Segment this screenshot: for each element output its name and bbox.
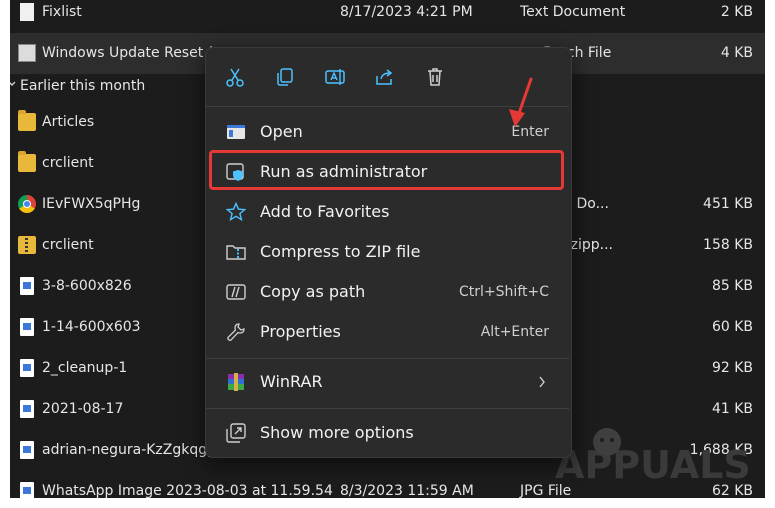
file-size: 92 KB (711, 360, 753, 376)
delete-icon[interactable] (424, 66, 446, 88)
menu-item-add-to-favorites[interactable]: Add to Favorites (210, 194, 565, 230)
cut-icon[interactable] (224, 66, 246, 88)
file-name: IEvFWX5qPHg (42, 196, 141, 212)
chrome-icon (18, 195, 36, 213)
file-name: 2_cleanup-1 (42, 360, 128, 376)
file-name: Fixlist (42, 4, 82, 20)
watermark-text: APPUALS (555, 443, 751, 487)
image-file-icon (20, 359, 34, 377)
menu-separator (206, 358, 569, 359)
chevron-down-icon (10, 81, 16, 86)
chevron-right-icon (539, 376, 545, 388)
appuals-watermark: APPUALS (555, 428, 751, 487)
file-size: 60 KB (711, 319, 753, 335)
menu-item-label: Open (260, 122, 303, 141)
zip-folder-icon (18, 236, 36, 254)
file-name: crclient (42, 237, 94, 253)
menu-item-shortcut: Alt+Enter (480, 324, 549, 340)
file-name: crclient (42, 155, 94, 171)
file-size: 41 KB (711, 401, 753, 417)
file-name: 2021-08-17 (42, 401, 124, 417)
menu-item-copy-as-path[interactable]: Copy as path Ctrl+Shift+C (210, 274, 565, 310)
file-name: Articles (42, 114, 95, 130)
menu-item-label: WinRAR (260, 372, 323, 391)
menu-item-compress-to-zip[interactable]: Compress to ZIP file (210, 234, 565, 270)
winrar-icon (228, 373, 244, 391)
folder-icon (18, 151, 36, 172)
file-size: 4 KB (720, 45, 753, 61)
menu-separator (206, 408, 569, 409)
share-icon[interactable] (374, 66, 396, 88)
menu-item-label: Show more options (260, 423, 414, 442)
star-icon (226, 202, 246, 222)
file-name: adrian-negura-KzZgkqgy... (42, 442, 227, 458)
file-date: 8/17/2023 4:21 PM (340, 4, 473, 20)
file-name: Windows Update Reset ( (42, 45, 214, 61)
file-size: 451 KB (703, 196, 753, 212)
menu-item-show-more-options[interactable]: Show more options (210, 415, 565, 451)
image-file-icon (20, 441, 34, 459)
copy-path-icon (226, 284, 246, 300)
more-options-icon (226, 423, 246, 443)
menu-item-label: Properties (260, 322, 341, 341)
menu-item-shortcut: Ctrl+Shift+C (459, 284, 549, 300)
wrench-icon (227, 323, 245, 341)
group-label: Earlier this month (20, 78, 146, 94)
menu-item-label: Copy as path (260, 282, 366, 301)
image-file-icon (20, 318, 34, 336)
annotation-highlight-box (209, 150, 564, 190)
open-icon (227, 125, 245, 139)
file-type: Text Document (520, 4, 626, 20)
file-name: WhatsApp Image 2023-08-03 at 11.59.54 (42, 483, 333, 498)
file-size: 2 KB (720, 4, 753, 20)
file-name: 3-8-600x826 (42, 278, 132, 294)
menu-item-properties[interactable]: Properties Alt+Enter (210, 314, 565, 350)
image-file-icon (20, 277, 34, 295)
zip-icon (226, 245, 246, 260)
folder-icon (18, 110, 36, 131)
menu-item-winrar[interactable]: WinRAR (210, 364, 565, 400)
text-file-icon (20, 3, 34, 21)
rename-icon[interactable] (324, 66, 346, 88)
image-file-icon (20, 400, 34, 418)
file-name: 1-14-600x603 (42, 319, 141, 335)
image-file-icon (20, 482, 34, 498)
menu-item-label: Compress to ZIP file (260, 242, 421, 261)
menu-item-label: Add to Favorites (260, 202, 390, 221)
file-date: 8/3/2023 11:59 AM (340, 483, 474, 498)
file-size: 85 KB (711, 278, 753, 294)
copy-icon[interactable] (274, 66, 296, 88)
batch-file-icon (18, 44, 36, 62)
file-size: 158 KB (703, 237, 753, 253)
file-row[interactable]: Fixlist 8/17/2023 4:21 PM Text Document … (10, 0, 765, 33)
annotation-arrow-icon (509, 77, 533, 127)
